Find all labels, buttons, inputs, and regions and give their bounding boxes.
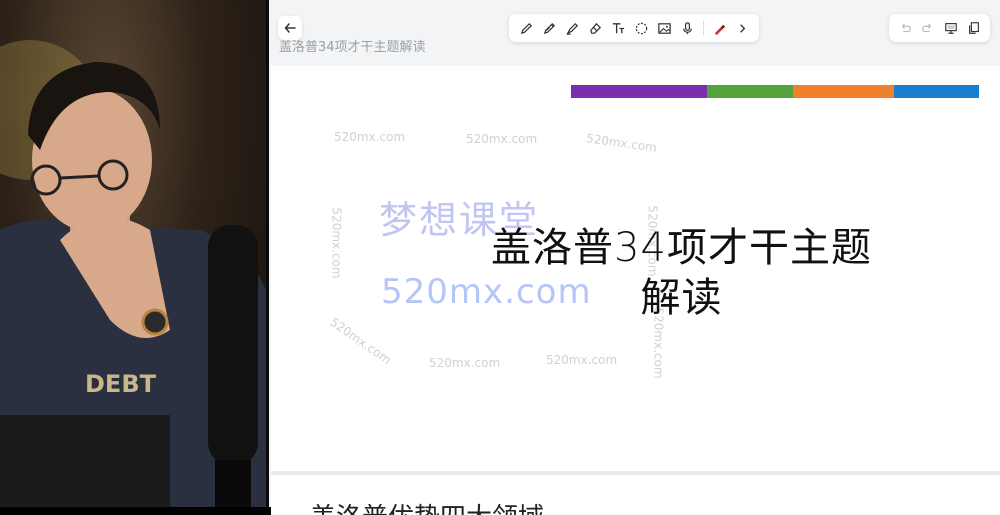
presenter-webcam: DEBT	[0, 0, 266, 507]
arrow-left-icon	[284, 23, 296, 33]
eraser-tool[interactable]	[586, 18, 605, 38]
presenter-video-icon: DEBT	[0, 40, 266, 507]
color-bar-segment	[894, 85, 979, 98]
lasso-icon	[635, 22, 648, 34]
highlighter-icon	[566, 22, 579, 35]
watermark: 520mx.com	[546, 353, 618, 367]
slide-title-line-2: 解读	[640, 275, 723, 321]
undo-icon	[901, 23, 911, 33]
pen-icon	[543, 22, 556, 34]
copy-button[interactable]	[965, 19, 983, 37]
toolbar-separator	[703, 21, 704, 35]
slide-title: 盖洛普34项才干主题 解读	[271, 223, 1000, 323]
chevron-right-icon	[740, 23, 746, 33]
highlighter-tool[interactable]	[563, 18, 582, 38]
lasso-tool[interactable]	[632, 18, 651, 38]
watermark: 520mx.com	[334, 130, 406, 144]
redo-icon	[922, 23, 931, 33]
watermark: 520mx.com	[429, 356, 501, 370]
history-controls	[889, 14, 990, 42]
color-bar-segment	[707, 85, 793, 98]
pencil-icon	[520, 22, 533, 34]
next-slide-text: 盖洛普优势四大领域	[310, 497, 544, 515]
more-tools-button[interactable]	[733, 18, 752, 38]
text-tool[interactable]	[609, 18, 628, 38]
undo-button[interactable]	[896, 19, 914, 37]
redo-button[interactable]	[919, 19, 937, 37]
present-button[interactable]	[942, 19, 960, 37]
monitor-icon	[945, 23, 957, 34]
watermark: 520mx.com	[585, 131, 658, 155]
image-icon	[658, 22, 671, 34]
color-bar-segment	[793, 85, 894, 98]
drawing-toolbar	[509, 14, 759, 42]
microphone-icon	[683, 21, 692, 34]
color-picker-tool[interactable]	[710, 18, 729, 38]
pencil-tool[interactable]	[517, 18, 536, 38]
next-slide-preview[interactable]: 盖洛普优势四大领域	[271, 475, 1000, 515]
color-picker-icon	[714, 24, 726, 35]
watermark: 520mx.com	[466, 132, 538, 146]
slide-title-line-1: 盖洛普34项才干主题	[491, 225, 872, 271]
image-tool[interactable]	[655, 18, 674, 38]
svg-text:DEBT: DEBT	[85, 370, 157, 398]
color-bar-segment	[571, 85, 707, 98]
document-title: 盖洛普34项才干主题解读	[279, 40, 426, 55]
pen-tool[interactable]	[540, 18, 559, 38]
microphone-tool[interactable]	[678, 18, 697, 38]
slide-canvas[interactable]: 520mx.com 520mx.com 520mx.com 520mx.com …	[271, 66, 1000, 471]
text-icon	[612, 22, 625, 33]
copy-icon	[969, 22, 980, 34]
eraser-icon	[590, 22, 602, 34]
